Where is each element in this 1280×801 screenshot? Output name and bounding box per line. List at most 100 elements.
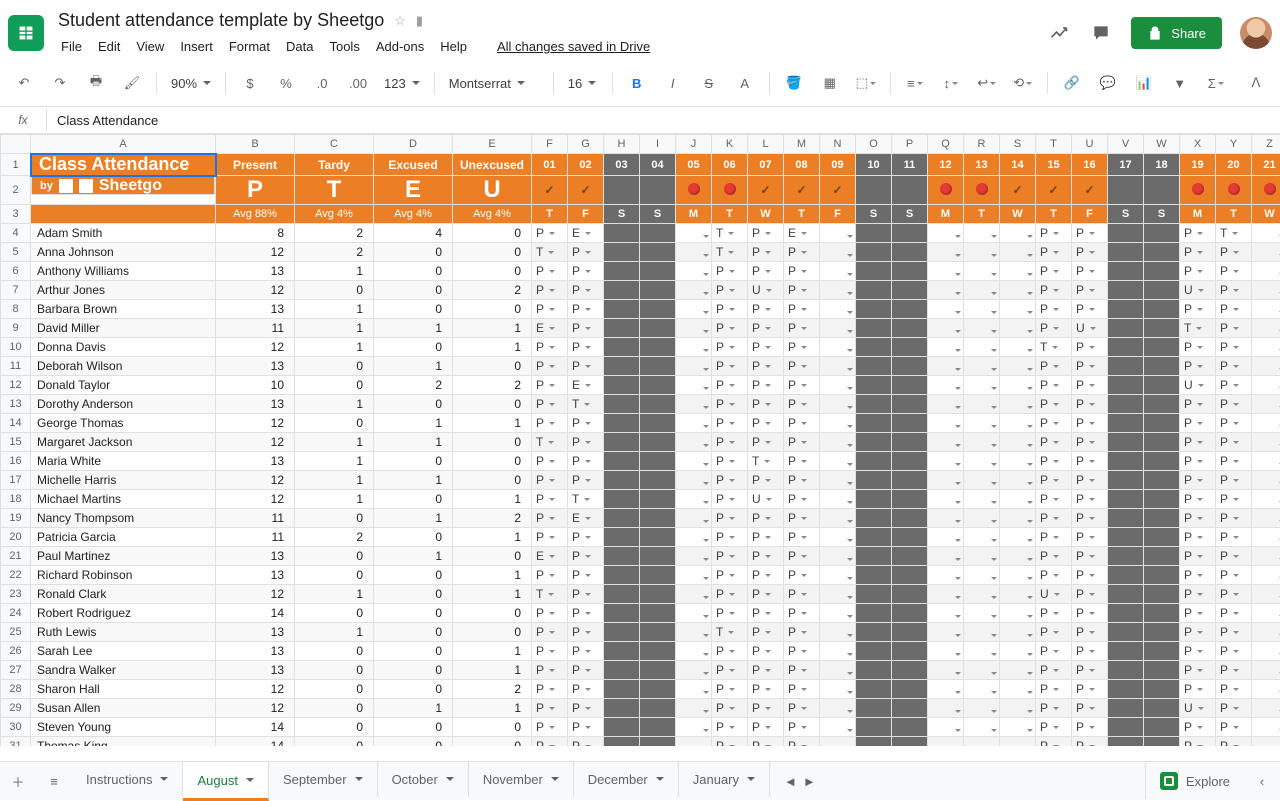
weekend-cell[interactable]	[856, 699, 892, 718]
attendance-cell[interactable]: P	[748, 699, 784, 718]
attendance-cell[interactable]: P	[748, 300, 784, 319]
attendance-cell[interactable]: P	[1180, 490, 1216, 509]
weekend-cell[interactable]	[1108, 585, 1144, 604]
attendance-cell[interactable]: P	[1072, 376, 1108, 395]
unexcused-count[interactable]: 0	[453, 718, 532, 737]
attendance-cell[interactable]: P	[1072, 452, 1108, 471]
col-header[interactable]: R	[964, 135, 1000, 154]
attendance-cell[interactable]: P	[1036, 547, 1072, 566]
attendance-cell[interactable]: P	[784, 338, 820, 357]
weekend-cell[interactable]	[1144, 718, 1180, 737]
rotate-icon[interactable]: ⟲	[1007, 69, 1039, 97]
attendance-cell[interactable]: P	[784, 528, 820, 547]
student-name[interactable]: Nancy Thompsom	[31, 509, 216, 528]
attendance-cell[interactable]: P	[1216, 623, 1252, 642]
zoom-dropdown[interactable]: 90%	[165, 69, 217, 97]
unexcused-count[interactable]: 1	[453, 642, 532, 661]
attendance-cell[interactable]: P	[712, 433, 748, 452]
weekend-cell[interactable]	[892, 376, 928, 395]
attendance-cell[interactable]	[1000, 737, 1036, 747]
weekend-cell[interactable]	[1108, 376, 1144, 395]
attendance-cell[interactable]: P	[748, 642, 784, 661]
unexcused-count[interactable]: 0	[453, 262, 532, 281]
col-header[interactable]: Y	[1216, 135, 1252, 154]
attendance-cell[interactable]	[1252, 376, 1280, 395]
attendance-cell[interactable]: P	[748, 566, 784, 585]
excused-count[interactable]: 0	[374, 243, 453, 262]
weekend-cell[interactable]	[1108, 566, 1144, 585]
attendance-cell[interactable]: P	[1036, 490, 1072, 509]
weekend-cell[interactable]	[604, 414, 640, 433]
tardy-count[interactable]: 1	[295, 262, 374, 281]
attendance-cell[interactable]	[820, 623, 856, 642]
day-status[interactable]	[1144, 176, 1180, 205]
student-name[interactable]: Michelle Harris	[31, 471, 216, 490]
weekend-cell[interactable]	[892, 281, 928, 300]
attendance-cell[interactable]: P	[532, 737, 568, 747]
weekend-cell[interactable]	[1108, 224, 1144, 243]
student-name[interactable]: Thomas King	[31, 737, 216, 747]
attendance-cell[interactable]: P	[1180, 680, 1216, 699]
weekend-cell[interactable]	[892, 585, 928, 604]
day-letter[interactable]: T	[1036, 205, 1072, 224]
attendance-cell[interactable]: P	[784, 699, 820, 718]
weekend-cell[interactable]	[640, 395, 676, 414]
student-name[interactable]: Donald Taylor	[31, 376, 216, 395]
student-name[interactable]: Anna Johnson	[31, 243, 216, 262]
attendance-cell[interactable]	[964, 642, 1000, 661]
attendance-cell[interactable]: P	[532, 376, 568, 395]
weekend-cell[interactable]	[892, 718, 928, 737]
col-header[interactable]: F	[532, 135, 568, 154]
tardy-count[interactable]: 0	[295, 357, 374, 376]
day-status[interactable]	[1216, 176, 1252, 205]
attendance-cell[interactable]: P	[784, 281, 820, 300]
day-number[interactable]: 03	[604, 154, 640, 176]
attendance-cell[interactable]: P	[1216, 414, 1252, 433]
attendance-cell[interactable]	[964, 338, 1000, 357]
attendance-cell[interactable]: P	[712, 376, 748, 395]
weekend-cell[interactable]	[1108, 509, 1144, 528]
attendance-cell[interactable]: P	[1036, 357, 1072, 376]
weekend-cell[interactable]	[604, 566, 640, 585]
attendance-cell[interactable]	[676, 452, 712, 471]
attendance-cell[interactable]: P	[1036, 528, 1072, 547]
attendance-cell[interactable]	[964, 300, 1000, 319]
row-header[interactable]: 25	[1, 623, 31, 642]
day-number[interactable]: 17	[1108, 154, 1144, 176]
weekend-cell[interactable]	[1144, 433, 1180, 452]
col-header[interactable]: U	[1072, 135, 1108, 154]
weekend-cell[interactable]	[604, 490, 640, 509]
day-letter[interactable]: F	[1072, 205, 1108, 224]
attendance-cell[interactable]: P	[568, 433, 604, 452]
attendance-cell[interactable]	[1252, 281, 1280, 300]
weekend-cell[interactable]	[1108, 262, 1144, 281]
weekend-cell[interactable]	[640, 452, 676, 471]
day-letter[interactable]: F	[568, 205, 604, 224]
attendance-cell[interactable]	[1252, 680, 1280, 699]
day-status[interactable]	[604, 176, 640, 205]
attendance-cell[interactable]: P	[568, 300, 604, 319]
weekend-cell[interactable]	[640, 490, 676, 509]
attendance-cell[interactable]: P	[712, 547, 748, 566]
weekend-cell[interactable]	[1144, 737, 1180, 747]
weekend-cell[interactable]	[604, 319, 640, 338]
attendance-cell[interactable]: P	[1180, 300, 1216, 319]
attendance-cell[interactable]: P	[712, 357, 748, 376]
attendance-cell[interactable]	[964, 433, 1000, 452]
attendance-cell[interactable]: P	[1072, 281, 1108, 300]
attendance-cell[interactable]: P	[1036, 680, 1072, 699]
attendance-cell[interactable]: P	[568, 661, 604, 680]
attendance-cell[interactable]: P	[1216, 661, 1252, 680]
attendance-cell[interactable]	[1252, 642, 1280, 661]
attendance-cell[interactable]: P	[748, 585, 784, 604]
attendance-cell[interactable]: P	[532, 604, 568, 623]
tardy-count[interactable]: 0	[295, 661, 374, 680]
weekend-cell[interactable]	[1108, 490, 1144, 509]
weekend-cell[interactable]	[604, 433, 640, 452]
menu-insert[interactable]: Insert	[173, 35, 220, 58]
attendance-cell[interactable]	[820, 338, 856, 357]
attendance-cell[interactable]: P	[712, 604, 748, 623]
day-number[interactable]: 14	[1000, 154, 1036, 176]
present-count[interactable]: 14	[216, 718, 295, 737]
attendance-cell[interactable]: P	[748, 414, 784, 433]
